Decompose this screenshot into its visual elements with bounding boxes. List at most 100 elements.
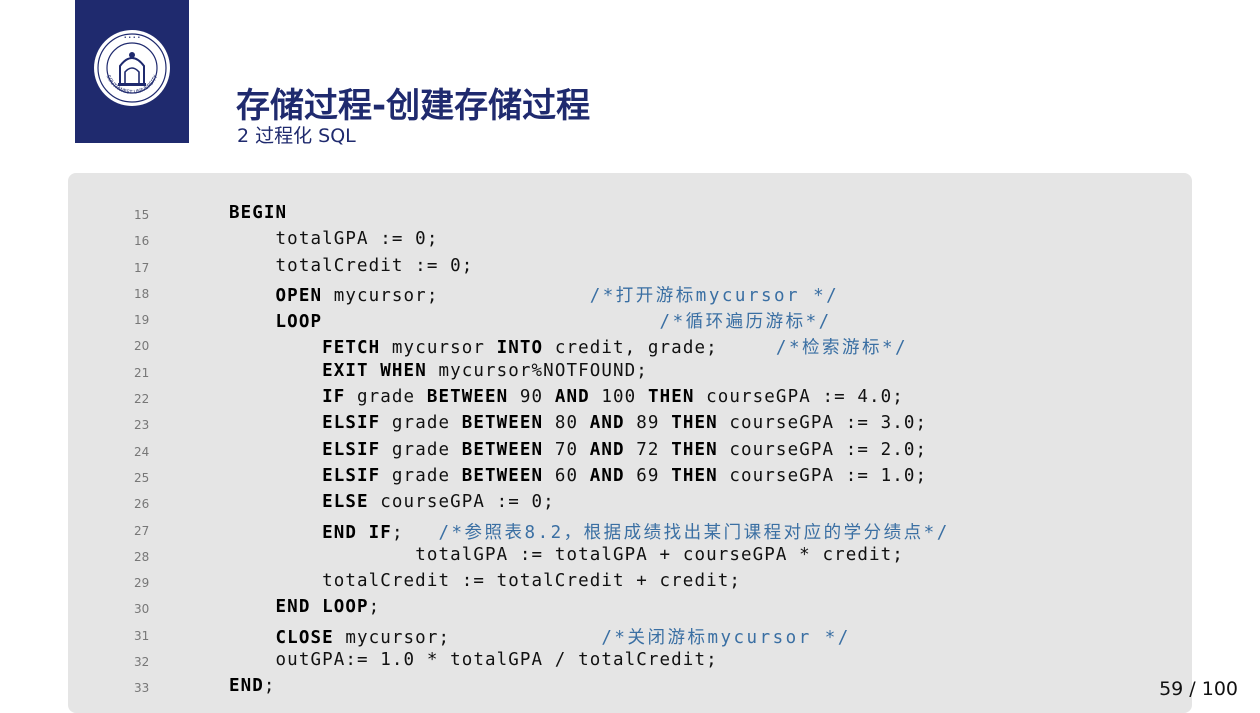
code-text: totalGPA := totalGPA + courseGPA * credi… <box>229 545 904 565</box>
code-token: grade <box>345 387 427 408</box>
line-number: 21 <box>134 365 150 380</box>
code-token: mycursor; <box>322 285 590 306</box>
code-keyword: IF <box>368 522 392 543</box>
code-line: 27 END IF; /*参照表8.2，根据成绩找出某门课程对应的学分绩点*/ <box>68 519 1192 545</box>
code-token: mycursor; <box>333 627 602 648</box>
code-text: EXIT WHEN mycursor%NOTFOUND; <box>229 361 648 381</box>
line-number: 18 <box>134 286 150 301</box>
page-current: 59 <box>1159 678 1184 700</box>
code-keyword: BETWEEN <box>426 387 509 408</box>
code-block: 15 BEGIN 16 totalGPA := 0; 17 totalCredit :… <box>68 173 1192 713</box>
code-line: 28 totalGPA := totalGPA + courseGPA * cr… <box>68 545 1192 571</box>
code-keyword: LOOP <box>322 597 369 618</box>
code-line: 15 BEGIN <box>68 203 1192 229</box>
code-line: 16 totalGPA := 0; <box>68 229 1192 255</box>
line-number: 19 <box>134 313 150 328</box>
code-text: END IF; /*参照表8.2，根据成绩找出某门课程对应的学分绩点*/ <box>229 519 950 544</box>
line-number: 16 <box>134 234 150 249</box>
code-text: LOOP /*循环遍历游标*/ <box>229 308 832 333</box>
code-keyword: END <box>229 676 264 697</box>
code-token: grade <box>380 413 462 434</box>
code-keyword: OPEN <box>275 285 323 306</box>
code-line: 23 ELSIF grade BETWEEN 80 AND 89 THEN co… <box>68 413 1192 439</box>
line-number: 15 <box>134 208 150 222</box>
code-token: ; <box>368 597 381 618</box>
line-number: 29 <box>134 576 150 591</box>
code-line: 20 FETCH mycursor INTO credit, grade; /*… <box>68 334 1192 360</box>
code-line: 31 CLOSE mycursor; /*关闭游标mycursor */ <box>68 624 1192 650</box>
code-token: courseGPA := 2.0; <box>717 439 928 460</box>
code-token: 69 <box>624 465 672 486</box>
line-number: 32 <box>134 655 150 670</box>
code-token: courseGPA := 0; <box>368 492 555 513</box>
code-token: mycursor%NOTFOUND; <box>426 360 648 381</box>
code-token: credit, grade; <box>543 338 776 359</box>
line-number: 30 <box>134 602 150 617</box>
code-line: 21 EXIT WHEN mycursor%NOTFOUND; <box>68 361 1192 387</box>
code-text: FETCH mycursor INTO credit, grade; /*检索游… <box>229 334 908 359</box>
code-comment: /*关闭游标mycursor */ <box>601 627 851 648</box>
code-keyword: FETCH <box>322 338 381 359</box>
code-keyword: THEN <box>671 465 718 486</box>
code-keyword: ELSIF <box>322 413 381 434</box>
code-keyword: WHEN <box>380 360 427 381</box>
code-line: 24 ELSIF grade BETWEEN 70 AND 72 THEN co… <box>68 440 1192 466</box>
code-token: totalGPA := 0; <box>275 229 439 250</box>
code-line: 30 END LOOP; <box>68 597 1192 623</box>
line-number: 31 <box>134 628 150 643</box>
code-token: grade <box>380 439 462 460</box>
code-keyword: AND <box>589 465 625 486</box>
code-comment: /*检索游标*/ <box>775 338 909 359</box>
code-token: outGPA:= 1.0 * totalGPA / totalCredit; <box>275 650 718 671</box>
code-token: 72 <box>624 439 672 460</box>
code-text: IF grade BETWEEN 90 AND 100 THEN courseG… <box>229 387 904 407</box>
code-keyword: ELSE <box>322 492 369 513</box>
code-token: ; <box>391 522 439 543</box>
page-number: 59 / 100 <box>1159 678 1238 700</box>
line-number: 23 <box>134 418 150 433</box>
code-line: 29 totalCredit := totalCredit + credit; <box>68 571 1192 597</box>
code-token: 90 <box>508 387 555 408</box>
line-number: 27 <box>134 523 150 538</box>
code-keyword: INTO <box>496 338 544 359</box>
code-text: outGPA:= 1.0 * totalGPA / totalCredit; <box>229 650 718 670</box>
university-logo: • • • • SOUTHWEST UNIVERSITY <box>75 0 189 143</box>
code-keyword: BEGIN <box>229 203 288 223</box>
svg-text:• • • •: • • • • <box>124 35 141 41</box>
line-number: 25 <box>134 470 150 485</box>
code-text: ELSE courseGPA := 0; <box>229 492 555 512</box>
line-number: 33 <box>134 681 150 696</box>
code-token: ; <box>263 676 276 697</box>
code-keyword: CLOSE <box>275 627 334 648</box>
code-text: totalCredit := 0; <box>229 256 473 276</box>
code-text: totalCredit := totalCredit + credit; <box>229 571 741 591</box>
code-keyword: BETWEEN <box>461 439 544 460</box>
slide-title: 存储过程-创建存储过程 <box>236 86 591 126</box>
code-line: 32 outGPA:= 1.0 * totalGPA / totalCredit… <box>68 650 1192 676</box>
code-text: OPEN mycursor; /*打开游标mycursor */ <box>229 282 839 307</box>
code-keyword: THEN <box>671 439 718 460</box>
code-text: ELSIF grade BETWEEN 80 AND 89 THEN cours… <box>229 413 927 433</box>
code-keyword: ELSIF <box>322 465 381 486</box>
code-text: CLOSE mycursor; /*关闭游标mycursor */ <box>229 624 851 649</box>
code-token: courseGPA := 3.0; <box>717 413 928 434</box>
code-keyword: BETWEEN <box>461 413 544 434</box>
code-token: 70 <box>543 439 590 460</box>
code-token: totalCredit := 0; <box>275 255 474 276</box>
code-keyword: AND <box>589 439 625 460</box>
code-token: 100 <box>589 387 648 408</box>
code-token: courseGPA := 4.0; <box>694 387 904 408</box>
line-number: 20 <box>134 339 150 354</box>
code-text: BEGIN <box>229 203 287 223</box>
code-line: 17 totalCredit := 0; <box>68 256 1192 282</box>
code-text: totalGPA := 0; <box>229 229 438 249</box>
code-text: ELSIF grade BETWEEN 70 AND 72 THEN cours… <box>229 440 927 460</box>
line-number: 26 <box>134 497 150 512</box>
code-line: 26 ELSE courseGPA := 0; <box>68 492 1192 518</box>
code-lines: 15 BEGIN 16 totalGPA := 0; 17 totalCredit :… <box>68 203 1192 703</box>
code-keyword: EXIT <box>322 360 369 381</box>
